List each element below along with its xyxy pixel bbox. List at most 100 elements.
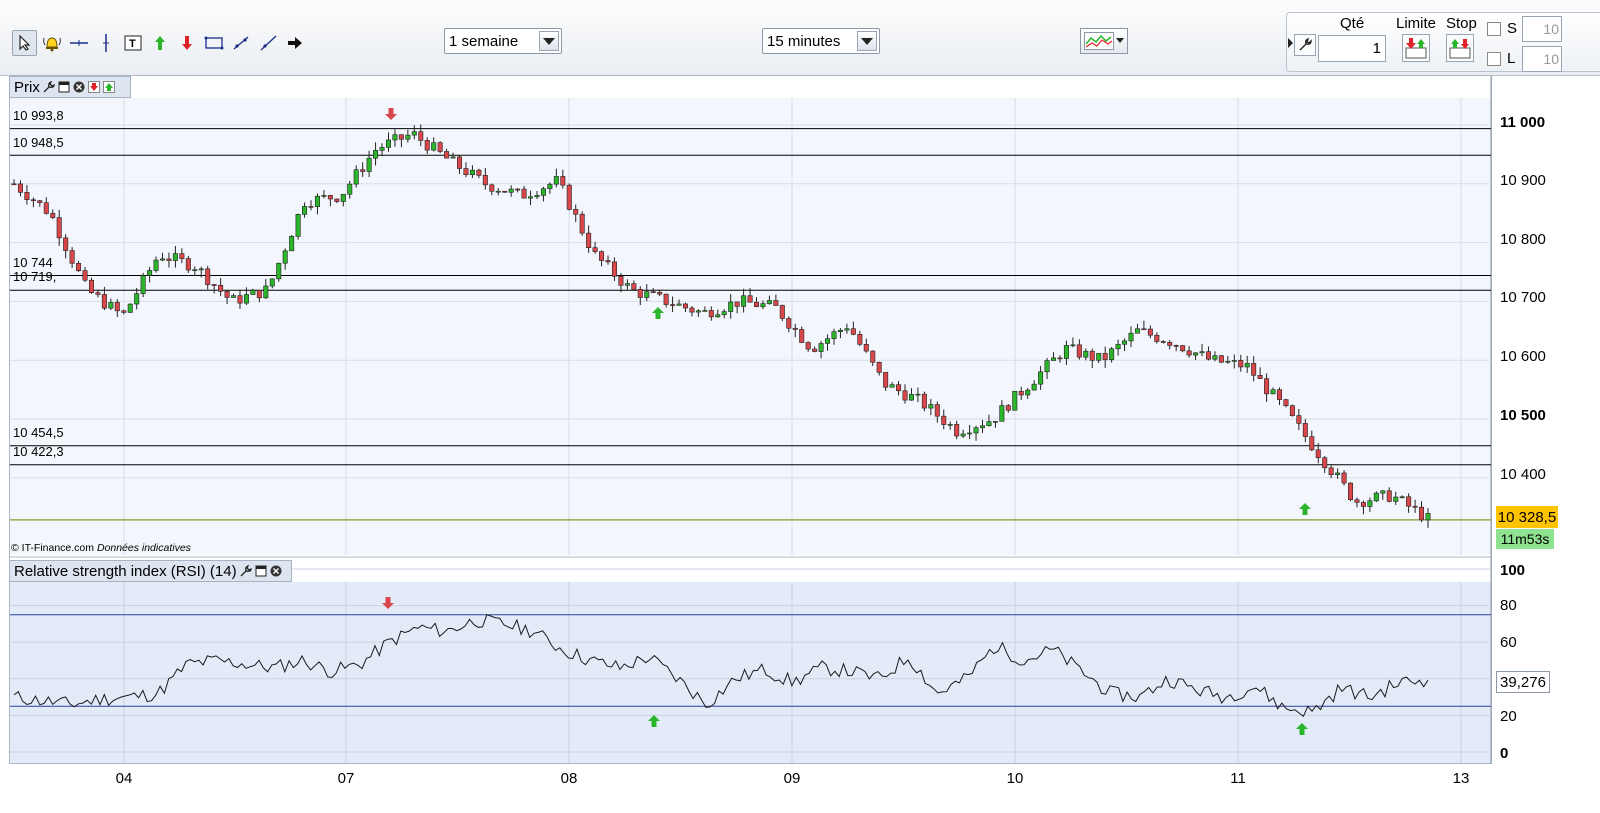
candle [1199,351,1205,354]
buy-signal-toggle-icon[interactable] [102,81,115,93]
candle [515,188,521,191]
candle [411,131,417,136]
candle [960,433,966,437]
candle [1180,345,1186,352]
rsi-axis-tick: 60 [1500,634,1517,651]
candle [547,183,553,190]
candle [521,188,527,199]
candle [1044,360,1050,373]
close-icon[interactable] [270,565,282,577]
close-icon[interactable] [73,81,85,93]
candle [392,134,398,141]
candle [366,157,372,172]
candle [1393,496,1399,502]
candle [127,303,133,313]
candle [928,404,934,409]
candle [1102,353,1108,361]
candle [457,156,463,169]
candle [263,285,269,299]
level-label: 10 422,3 [13,444,64,459]
rsi-axis-tick: 100 [1500,562,1526,579]
wrench-icon[interactable] [43,81,55,93]
candle [256,289,262,299]
candle [134,293,140,305]
candle [1315,449,1321,459]
candle [663,293,669,305]
candle [941,415,947,425]
candle [670,304,676,306]
candle [308,206,314,208]
candle [302,206,308,215]
candle [56,217,62,239]
price-axis-tick: 10 900 [1500,172,1546,189]
candle [1367,500,1373,507]
candle [205,268,211,285]
x-axis-tick: 11 [1230,770,1246,787]
candle [876,361,882,373]
candle [631,283,637,290]
candle [896,384,902,392]
candle [1057,357,1063,360]
candle [1354,499,1360,503]
candle [586,232,592,248]
candle [37,200,43,204]
candle [902,390,908,401]
window-icon[interactable] [58,81,70,93]
candle [1141,328,1147,331]
candle [398,134,404,140]
candle [1348,482,1354,501]
candle [160,258,166,261]
candle [695,310,701,313]
candle [799,329,805,343]
sell-signal-toggle-icon[interactable] [87,81,100,93]
candle [385,139,391,148]
candle [812,348,818,352]
candle [1205,351,1211,360]
candle [954,424,960,437]
candle [1386,490,1392,502]
candle [1380,490,1386,494]
candle [1025,389,1031,396]
candle [1257,375,1263,379]
candle [741,295,747,307]
window-icon[interactable] [255,565,267,577]
last-price-tag: 10 328,5 [1496,506,1558,528]
chart-canvas[interactable] [0,0,1600,813]
candle [469,169,475,175]
candle [243,294,249,304]
candle [566,184,572,210]
candle [153,259,159,271]
candle [1076,344,1082,358]
price-axis-tick: 10 400 [1500,466,1546,483]
price-panel-header: Prix [9,76,131,98]
candle [30,199,36,202]
candle [528,196,534,199]
level-label: 10 744 [13,255,53,270]
candle [276,262,282,280]
candle [418,131,424,141]
rsi-axis-tick: 0 [1500,745,1509,762]
x-axis-tick: 13 [1452,770,1470,787]
candle [786,318,792,329]
candle [1012,390,1018,411]
candle [1289,405,1295,416]
wrench-icon[interactable] [240,565,252,577]
candle [1264,378,1270,395]
candle [805,342,811,350]
candle [689,307,695,313]
candle [1406,496,1412,507]
price-axis-tick: 10 700 [1500,289,1546,306]
candle [728,301,734,312]
candle [1051,357,1057,361]
candle [69,250,75,264]
candle [1244,363,1250,368]
candle [973,427,979,434]
candle [450,156,456,159]
price-panel-title: Prix [14,78,40,96]
candle [1335,472,1341,475]
candle [327,195,333,200]
candle [1270,389,1276,395]
candle [657,292,663,295]
candle [379,147,385,151]
candle [508,188,514,193]
